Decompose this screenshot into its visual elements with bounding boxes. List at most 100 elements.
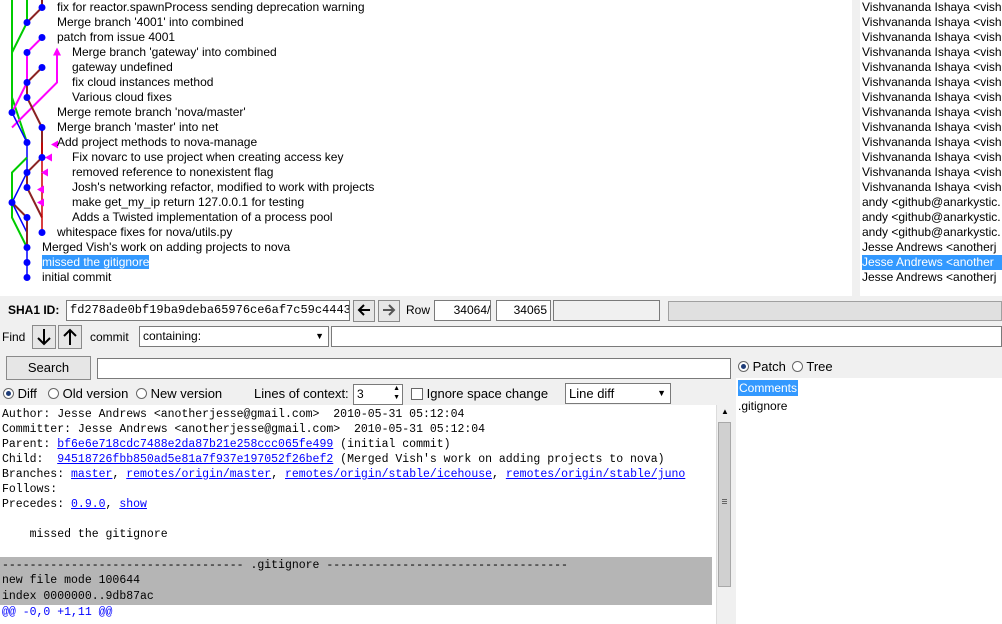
graph-edge bbox=[26, 0, 43, 24]
diff-mode-value: Line diff bbox=[569, 386, 615, 401]
find-mode-select[interactable]: containing: ▼ bbox=[139, 326, 329, 347]
scroll-up-icon[interactable]: ▲ bbox=[721, 407, 729, 416]
forward-button[interactable] bbox=[378, 300, 400, 322]
commit-author[interactable]: Vishvananda Ishaya <vish bbox=[862, 135, 1002, 150]
commit-row[interactable]: Josh's networking refactor, modified to … bbox=[72, 180, 374, 195]
commit-author[interactable]: Vishvananda Ishaya <vish bbox=[862, 180, 1002, 195]
commit-row[interactable]: make get_my_ip return 127.0.0.1 for test… bbox=[72, 195, 304, 210]
old-version-label: Old version bbox=[62, 386, 129, 401]
commit-row[interactable]: Add project methods to nova-manage bbox=[57, 135, 257, 150]
commit-row[interactable]: gateway undefined bbox=[72, 60, 173, 75]
commit-row[interactable]: Adds a Twisted implementation of a proce… bbox=[72, 210, 333, 225]
commit-subject: Merged Vish's work on adding projects to… bbox=[42, 240, 291, 254]
committer-line: Committer: Jesse Andrews <anotherjesse@g… bbox=[2, 423, 486, 436]
commit-row[interactable]: fix for reactor.spawnProcess sending dep… bbox=[57, 0, 365, 15]
commit-dot bbox=[23, 214, 31, 221]
branch-link[interactable]: remotes/origin/stable/juno bbox=[506, 468, 685, 481]
commit-author[interactable]: Vishvananda Ishaya <vish bbox=[862, 15, 1002, 30]
radio-dot-icon bbox=[136, 388, 147, 399]
commit-author[interactable]: Vishvananda Ishaya <vish bbox=[862, 120, 1002, 135]
commit-row[interactable]: missed the gitignore bbox=[42, 255, 150, 270]
new-version-radio[interactable]: New version bbox=[136, 384, 222, 404]
progress-bar bbox=[668, 301, 1002, 321]
diff-radio[interactable]: Diff bbox=[3, 384, 37, 404]
commit-subject: Merge remote branch 'nova/master' bbox=[57, 105, 246, 119]
commit-dot bbox=[38, 4, 46, 11]
commit-author[interactable]: Jesse Andrews <anotherj bbox=[862, 270, 996, 285]
commit-author[interactable]: Vishvananda Ishaya <vish bbox=[862, 30, 1002, 45]
find-type-label: commit bbox=[90, 330, 129, 344]
commit-author[interactable]: Vishvananda Ishaya <vish bbox=[862, 0, 1002, 15]
commit-row[interactable]: fix cloud instances method bbox=[72, 75, 213, 90]
commit-row[interactable]: Merged Vish's work on adding projects to… bbox=[42, 240, 290, 255]
spin-arrows-icon[interactable]: ▲ ▼ bbox=[393, 385, 400, 402]
ignore-space-checkbox[interactable]: Ignore space change bbox=[411, 384, 548, 404]
commit-dot bbox=[23, 244, 31, 251]
file-list-item[interactable]: .gitignore bbox=[738, 398, 787, 414]
commit-row[interactable]: Merge remote branch 'nova/master' bbox=[57, 105, 246, 120]
find-prev-button[interactable] bbox=[58, 325, 82, 349]
diff-mode-select[interactable]: Line diff ▼ bbox=[565, 383, 671, 404]
commit-author[interactable]: andy <github@anarkystic. bbox=[862, 210, 1001, 225]
file-list-item[interactable]: Comments bbox=[738, 380, 799, 396]
commit-subject: missed the gitignore bbox=[42, 255, 150, 269]
tag-link[interactable]: show bbox=[119, 498, 147, 511]
child-link[interactable]: 94518726fbb850ad5e81a7f937e197052f26bef2 bbox=[57, 453, 333, 466]
context-spinbox[interactable]: 3 ▲ ▼ bbox=[353, 384, 403, 405]
back-button[interactable] bbox=[353, 300, 375, 322]
patch-radio[interactable]: Patch bbox=[738, 357, 786, 377]
file-mode-line: new file mode 100644 bbox=[2, 574, 141, 587]
commit-author[interactable]: Vishvananda Ishaya <vish bbox=[862, 150, 1002, 165]
author-list[interactable]: Vishvananda Ishaya <vish Vishvananda Isha… bbox=[860, 0, 1002, 296]
commit-subject: Josh's networking refactor, modified to … bbox=[72, 180, 375, 194]
commit-subject: initial commit bbox=[42, 270, 112, 284]
commit-dot bbox=[23, 274, 31, 281]
parent-link[interactable]: bf6e6e718cdc7488e2da87b21e258ccc065fe499 bbox=[57, 438, 333, 451]
commit-row[interactable]: Merge branch 'gateway' into combined bbox=[72, 45, 277, 60]
find-next-button[interactable] bbox=[32, 325, 56, 349]
scrollbar-thumb[interactable] bbox=[718, 422, 731, 587]
sha1-field[interactable]: fd278ade0bf19ba9deba65976ce6af7c59c4443a bbox=[66, 300, 350, 321]
file-list[interactable]: Comments .gitignore bbox=[736, 378, 1002, 624]
commit-row[interactable]: Various cloud fixes bbox=[72, 90, 172, 105]
follows-line: Follows: bbox=[2, 483, 58, 496]
commit-author[interactable]: andy <github@anarkystic. bbox=[862, 225, 1001, 240]
branch-link[interactable]: master bbox=[71, 468, 112, 481]
commit-subject: Merge branch '4001' into combined bbox=[57, 15, 244, 29]
commit-list[interactable]: fix for reactor.spawnProcess sending dep… bbox=[0, 0, 852, 296]
commit-row[interactable]: whitespace fixes for nova/utils.py bbox=[57, 225, 232, 240]
sha1-label: SHA1 ID: bbox=[8, 303, 60, 317]
old-version-radio[interactable]: Old version bbox=[48, 384, 128, 404]
commit-author[interactable]: Vishvananda Ishaya <vish bbox=[862, 90, 1002, 105]
commit-author[interactable]: Jesse Andrews <anotherj bbox=[862, 240, 996, 255]
commit-details[interactable]: Author: Jesse Andrews <anotherjesse@gmai… bbox=[0, 405, 716, 624]
branch-link[interactable]: remotes/origin/stable/icehouse bbox=[285, 468, 492, 481]
commit-dot bbox=[23, 259, 31, 266]
commit-subject: gateway undefined bbox=[72, 60, 173, 74]
commit-dot bbox=[23, 19, 31, 26]
search-input[interactable] bbox=[97, 358, 731, 379]
commit-author[interactable]: Vishvananda Ishaya <vish bbox=[862, 75, 1002, 90]
commit-dot bbox=[8, 109, 16, 116]
commit-row[interactable]: removed reference to nonexistent flag bbox=[72, 165, 273, 180]
graph-arrow-icon bbox=[53, 47, 61, 56]
tag-link[interactable]: 0.9.0 bbox=[71, 498, 106, 511]
commit-author[interactable]: Vishvananda Ishaya <vish bbox=[862, 105, 1002, 120]
commit-author[interactable]: Vishvananda Ishaya <vish bbox=[862, 165, 1002, 180]
commit-row[interactable]: Fix novarc to use project when creating … bbox=[72, 150, 343, 165]
details-scrollbar[interactable]: ▲ bbox=[716, 405, 732, 624]
search-button[interactable]: Search bbox=[6, 356, 91, 380]
tree-radio[interactable]: Tree bbox=[792, 357, 833, 377]
branch-link[interactable]: remotes/origin/master bbox=[126, 468, 271, 481]
commit-row[interactable]: initial commit bbox=[42, 270, 111, 285]
commit-row[interactable]: patch from issue 4001 bbox=[57, 30, 175, 45]
commit-author[interactable]: andy <github@anarkystic. bbox=[862, 195, 1001, 210]
patch-label: Patch bbox=[752, 359, 786, 374]
commit-author[interactable]: Vishvananda Ishaya <vish bbox=[862, 45, 1002, 60]
commit-author[interactable]: Vishvananda Ishaya <vish bbox=[862, 60, 1002, 75]
commit-author[interactable]: Jesse Andrews <another bbox=[862, 255, 1002, 270]
find-input[interactable] bbox=[331, 326, 1002, 347]
graph-edge bbox=[11, 112, 28, 278]
commit-row[interactable]: Merge branch 'master' into net bbox=[57, 120, 218, 135]
commit-row[interactable]: Merge branch '4001' into combined bbox=[57, 15, 244, 30]
